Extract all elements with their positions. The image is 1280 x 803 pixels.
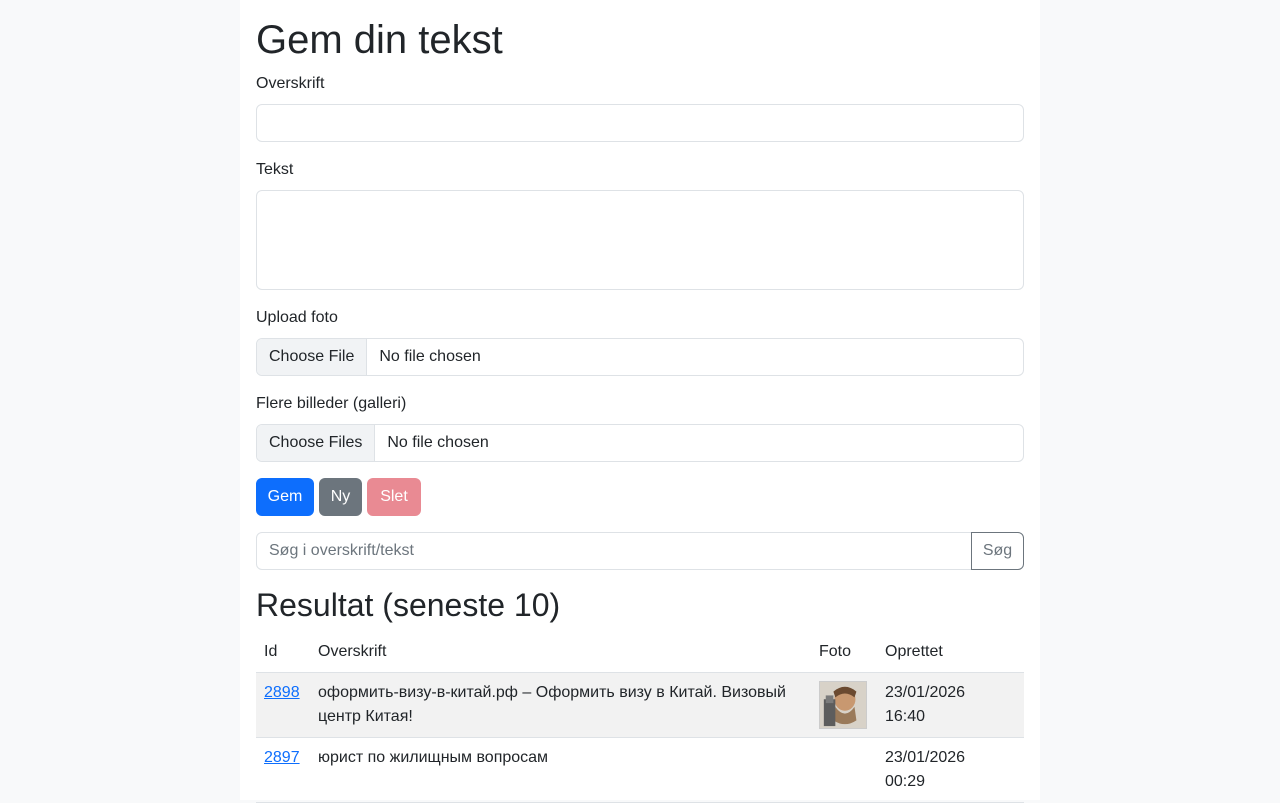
results-table: Id Overskrift Foto Oprettet 2898 оформит…	[256, 632, 1024, 803]
row-id-link[interactable]: 2898	[264, 684, 300, 701]
new-button[interactable]: Ny	[319, 478, 362, 516]
column-header-heading: Overskrift	[310, 632, 811, 673]
row-created-time: 16:40	[885, 708, 926, 725]
row-created-cell: 23/01/2026 16:40	[877, 672, 1024, 738]
upload-label: Upload foto	[256, 309, 338, 326]
row-created-cell: 23/01/2026 00:29	[877, 737, 1024, 803]
text-textarea[interactable]	[256, 190, 1024, 290]
heading-label: Overskrift	[256, 75, 325, 92]
gallery-label: Flere billeder (galleri)	[256, 395, 407, 412]
row-created-date: 23/01/2026	[885, 749, 966, 766]
table-row: 2897 юрист по жилищным вопросам 23/01/20…	[256, 737, 1024, 803]
delete-button[interactable]: Slet	[367, 478, 421, 516]
choose-file-button[interactable]: Choose File	[257, 339, 368, 375]
choose-files-button[interactable]: Choose Files	[257, 425, 376, 461]
row-heading: оформить-визу-в-китай.рф – Оформить визу…	[310, 672, 811, 738]
gallery-file-input[interactable]: Choose Files No file chosen	[256, 424, 1024, 462]
column-header-created: Oprettet	[877, 632, 1024, 673]
search-button[interactable]: Søg	[971, 532, 1024, 570]
column-header-photo: Foto	[811, 632, 877, 673]
row-photo-cell	[811, 737, 877, 803]
row-heading: юрист по жилищным вопросам	[310, 737, 811, 803]
save-button[interactable]: Gem	[256, 478, 314, 516]
results-title: Resultat (seneste 10)	[256, 587, 561, 623]
row-created-date: 23/01/2026	[885, 684, 966, 701]
gallery-status: No file chosen	[387, 434, 489, 451]
upload-file-input[interactable]: Choose File No file chosen	[256, 338, 1024, 376]
row-id-link[interactable]: 2897	[264, 749, 300, 766]
row-photo-cell	[811, 672, 877, 738]
column-header-id: Id	[256, 632, 310, 673]
table-row: 2898 оформить-визу-в-китай.рф – Оформить…	[256, 672, 1024, 738]
main-container: Gem din tekst Overskrift Tekst Upload fo…	[240, 0, 1040, 803]
search-input[interactable]: Søg i overskrift/tekst	[256, 532, 972, 570]
row-id-cell: 2897	[256, 737, 310, 803]
photo-thumbnail	[819, 681, 867, 729]
page-title: Gem din tekst	[256, 18, 503, 62]
heading-input[interactable]	[256, 104, 1024, 142]
row-id-cell: 2898	[256, 672, 310, 738]
upload-status: No file chosen	[379, 348, 481, 365]
row-created-time: 00:29	[885, 773, 926, 790]
table-header-row: Id Overskrift Foto Oprettet	[256, 632, 1024, 673]
text-label: Tekst	[256, 161, 294, 178]
